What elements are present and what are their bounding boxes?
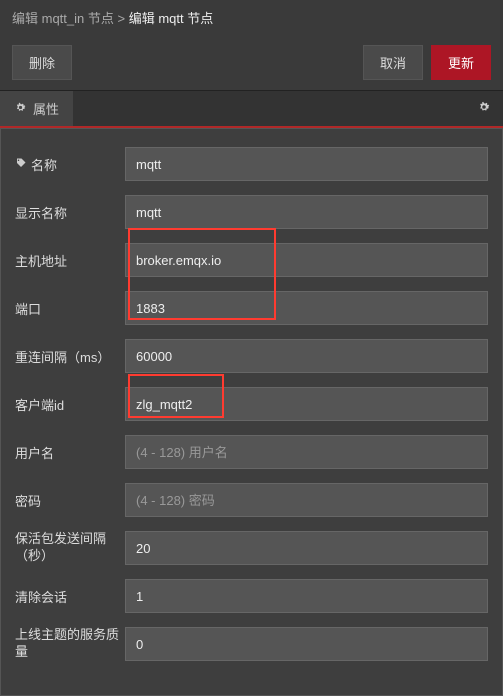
update-button[interactable]: 更新 [431,45,491,80]
form-container: 名称 显示名称 主机地址 端口 重连间隔（ms） 客户端id 用户名 [0,128,503,696]
keepalive-input[interactable] [125,531,488,565]
port-label: 端口 [15,299,125,318]
birth-qos-label: 上线主题的服务质量 [15,627,125,661]
password-input[interactable] [125,483,488,517]
breadcrumb-current: 编辑 mqtt 节点 [129,11,214,26]
username-label: 用户名 [15,443,125,462]
port-input[interactable] [125,291,488,325]
tabs-bar: 属性 [0,90,503,128]
password-label: 密码 [15,491,125,510]
breadcrumb-parent[interactable]: 编辑 mqtt_in 节点 [12,11,114,26]
username-input[interactable] [125,435,488,469]
tab-properties[interactable]: 属性 [0,91,74,126]
delete-button[interactable]: 删除 [12,45,72,80]
client-id-label: 客户端id [15,395,125,414]
tag-icon [15,157,27,172]
clean-session-label: 清除会话 [15,587,125,606]
settings-icon[interactable] [465,92,503,125]
clean-session-input[interactable] [125,579,488,613]
display-name-input[interactable] [125,195,488,229]
breadcrumb: 编辑 mqtt_in 节点 > 编辑 mqtt 节点 [0,0,503,35]
reconnect-label: 重连间隔（ms） [15,347,125,366]
host-label: 主机地址 [15,251,125,270]
tab-properties-label: 属性 [33,99,59,118]
keepalive-label: 保活包发送间隔（秒） [15,531,125,565]
birth-qos-input[interactable] [125,627,488,661]
host-input[interactable] [125,243,488,277]
name-label: 名称 [15,155,125,174]
name-input[interactable] [125,147,488,181]
client-id-input[interactable] [125,387,488,421]
toolbar: 删除 取消 更新 [0,35,503,90]
breadcrumb-separator: > [117,11,125,26]
display-name-label: 显示名称 [15,203,125,222]
cancel-button[interactable]: 取消 [363,45,423,80]
reconnect-input[interactable] [125,339,488,373]
gear-icon [14,101,27,117]
